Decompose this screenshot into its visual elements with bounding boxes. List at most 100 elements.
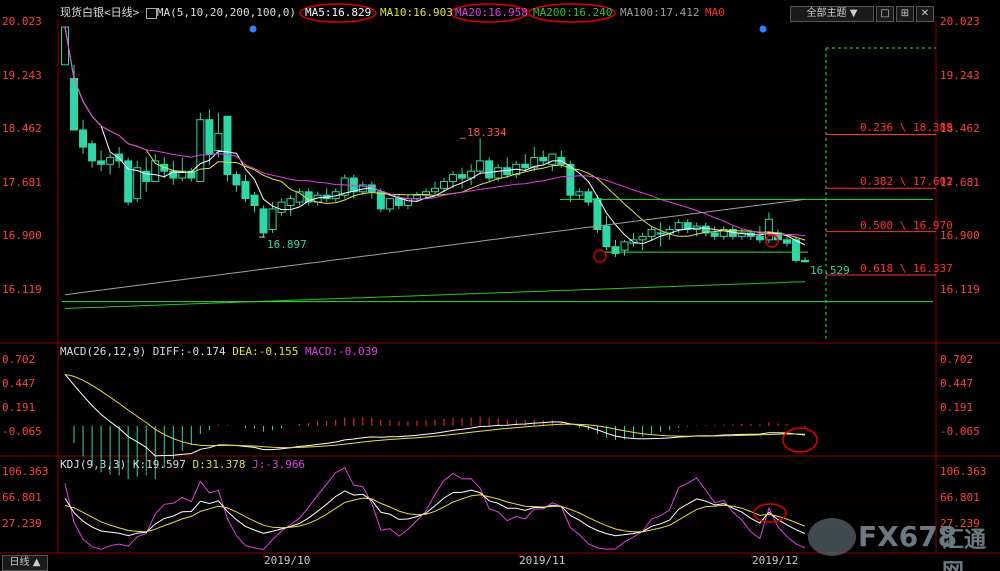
- candle-body: [286, 198, 295, 206]
- kdj-k: K:19.597: [132, 458, 186, 471]
- axis-tick-label: 27.239: [2, 517, 42, 530]
- candle-body: [801, 259, 809, 263]
- candle-body: [79, 129, 88, 148]
- chevron-down-icon: ▼: [849, 8, 858, 19]
- axis-tick-label: 0.447: [940, 376, 974, 390]
- ma20-line: [64, 26, 806, 237]
- candle-body: [449, 174, 458, 182]
- candle-body: [241, 180, 250, 200]
- ma-params: MA(5,10,20,200,100,0): [156, 6, 296, 19]
- axis-tick-label: 18.462: [2, 122, 42, 136]
- chart-window: 现货白银<日线> MA(5,10,20,200,100,0) MA5:16.82…: [0, 0, 1000, 571]
- ma0-value: MA0: [705, 6, 725, 19]
- candle-body: [602, 225, 611, 248]
- macd-diff: DIFF:-0.174: [152, 345, 226, 358]
- kdj-k-line: [64, 489, 806, 537]
- candle-body: [431, 187, 439, 193]
- ma100-value: MA100:17.412: [620, 6, 700, 19]
- candle-body: [385, 198, 394, 210]
- annotation-high: 18.334: [467, 126, 507, 139]
- candle-body: [232, 174, 241, 186]
- period-tag: <日线>: [104, 6, 140, 19]
- candle-body: [268, 208, 277, 231]
- time-label-dec: 2019/12: [752, 554, 799, 567]
- candle-body: [647, 229, 656, 237]
- axis-tick-label: 0.191: [2, 400, 36, 414]
- axis-tick-label: 66.801: [2, 491, 42, 504]
- kdj-d: D:31.378: [192, 458, 246, 471]
- candle-body: [458, 174, 467, 179]
- kdj-params: KDJ(9,3,3): [60, 458, 127, 471]
- candle-body: [277, 201, 286, 213]
- candle-body: [250, 194, 259, 206]
- candle-body: [106, 156, 115, 165]
- candle-body: [584, 191, 593, 203]
- candle-body: [214, 132, 223, 152]
- period-selector-label: 日线: [9, 557, 30, 568]
- macd-value: MACD:-0.039: [305, 345, 378, 358]
- candle-body: [124, 160, 133, 203]
- event-marker-dot: [759, 25, 767, 33]
- kdj-header: KDJ(9,3,3) K:19.597 D:31.378 J:-3.966: [60, 458, 305, 472]
- axis-tick-label: 17.681: [2, 175, 42, 189]
- axis-tick-label: 19.243: [2, 68, 42, 82]
- candle-body: [394, 198, 403, 206]
- macd-dea-line: [64, 373, 806, 449]
- candle-body: [97, 160, 106, 165]
- highlight-circle: [593, 249, 607, 263]
- time-label-nov: 2019/11: [519, 554, 566, 567]
- candle-body: [61, 26, 69, 66]
- brand-logo-icon: [808, 518, 856, 556]
- axis-tick-label: 16.119: [940, 283, 980, 296]
- fib-label: 0.236 \ 18.385: [860, 121, 953, 135]
- ma5-value: MA5:16.829: [305, 6, 372, 19]
- candle-body: [412, 194, 421, 200]
- ma10-value: MA10:16.903: [380, 6, 453, 19]
- window-restore-icon[interactable]: □: [876, 6, 894, 22]
- zoom-icon[interactable]: ⊞: [896, 6, 914, 22]
- fib-label: 0.618 \ 16.337: [860, 262, 953, 276]
- ma10-line: [64, 26, 806, 241]
- fib-label: 0.500 \ 16.970: [860, 218, 953, 232]
- macd-params: MACD(26,12,9): [60, 345, 147, 358]
- candle-body: [638, 235, 647, 241]
- macd-highlight-circle: [782, 427, 818, 453]
- candle-body: [548, 153, 557, 165]
- annotation-low-oct: 16.897: [267, 238, 307, 251]
- settings-icon[interactable]: [145, 7, 157, 19]
- theme-dropdown[interactable]: 全部主题 ▼: [790, 6, 874, 22]
- axis-tick-label: 19.243: [940, 68, 980, 82]
- kdj-j: J:-3.966: [252, 458, 306, 471]
- candle-body: [539, 156, 548, 162]
- ma20-value: MA20:16.958: [455, 6, 528, 19]
- candle-body: [476, 160, 485, 172]
- instrument-name: 现货白银: [60, 6, 104, 19]
- candle-body: [133, 167, 142, 200]
- candle-body: [494, 167, 503, 179]
- candle-body: [710, 232, 719, 237]
- axis-tick-label: 16.119: [2, 283, 42, 296]
- candle-body: [791, 239, 800, 261]
- macd-dea: DEA:-0.155: [232, 345, 299, 358]
- ma200-value: MA200:16.240: [533, 6, 613, 19]
- time-label-oct: 2019/10: [264, 554, 311, 567]
- axis-tick-label: 20.023: [940, 15, 980, 28]
- ma5-line: [64, 26, 806, 246]
- main-header: 现货白银<日线> MA(5,10,20,200,100,0): [60, 6, 296, 20]
- axis-tick-label: 0.447: [2, 376, 36, 390]
- axis-tick-label: 0.702: [940, 353, 974, 366]
- period-selector[interactable]: 日线 ▲: [2, 555, 48, 571]
- axis-tick-label: 0.191: [940, 400, 974, 414]
- candle-body: [485, 160, 494, 179]
- candle-body: [521, 163, 530, 169]
- candle-body: [376, 191, 385, 210]
- candle-body: [259, 208, 268, 234]
- macd-diff-line: [64, 373, 806, 457]
- fib-label: 0.382 \ 17.602: [860, 175, 953, 189]
- event-marker-dot: [249, 25, 257, 33]
- candle-body: [656, 232, 665, 235]
- candle-body: [223, 115, 232, 176]
- macd-header: MACD(26,12,9) DIFF:-0.174 DEA:-0.155 MAC…: [60, 345, 378, 359]
- close-icon[interactable]: ✕: [916, 6, 934, 22]
- watermark-cn: 汇通网: [942, 528, 987, 571]
